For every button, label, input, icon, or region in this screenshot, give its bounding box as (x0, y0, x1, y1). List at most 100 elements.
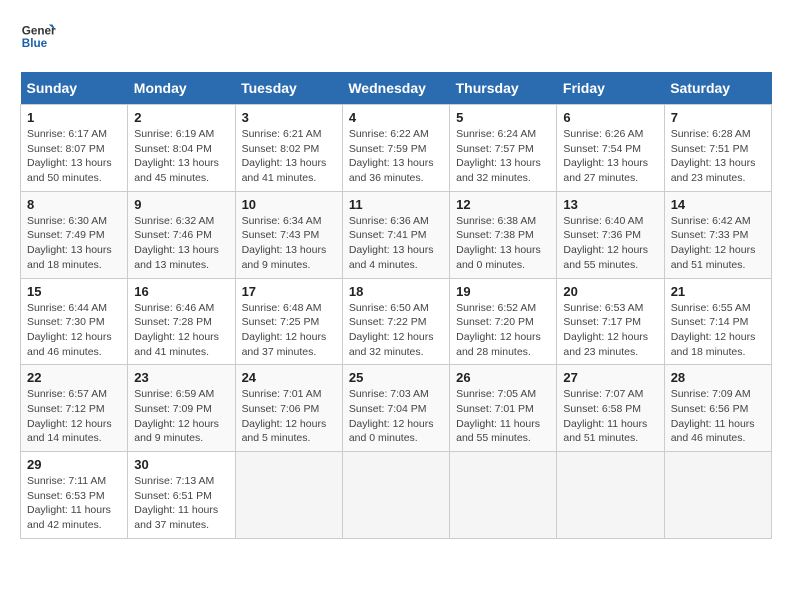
calendar-cell: 8 Sunrise: 6:30 AMSunset: 7:49 PMDayligh… (21, 191, 128, 278)
svg-text:Blue: Blue (22, 37, 48, 50)
day-info: Sunrise: 7:01 AMSunset: 7:06 PMDaylight:… (242, 387, 336, 446)
calendar-cell: 17 Sunrise: 6:48 AMSunset: 7:25 PMDaylig… (235, 278, 342, 365)
day-info: Sunrise: 6:21 AMSunset: 8:02 PMDaylight:… (242, 127, 336, 186)
day-info: Sunrise: 6:53 AMSunset: 7:17 PMDaylight:… (563, 301, 657, 360)
header-thursday: Thursday (450, 72, 557, 105)
day-number: 13 (563, 197, 657, 212)
calendar-cell: 14 Sunrise: 6:42 AMSunset: 7:33 PMDaylig… (664, 191, 771, 278)
calendar-cell: 28 Sunrise: 7:09 AMSunset: 6:56 PMDaylig… (664, 365, 771, 452)
day-number: 18 (349, 284, 443, 299)
calendar-cell: 2 Sunrise: 6:19 AMSunset: 8:04 PMDayligh… (128, 105, 235, 192)
day-info: Sunrise: 7:13 AMSunset: 6:51 PMDaylight:… (134, 474, 228, 533)
calendar-cell: 27 Sunrise: 7:07 AMSunset: 6:58 PMDaylig… (557, 365, 664, 452)
calendar-cell: 3 Sunrise: 6:21 AMSunset: 8:02 PMDayligh… (235, 105, 342, 192)
day-number: 7 (671, 110, 765, 125)
day-info: Sunrise: 6:50 AMSunset: 7:22 PMDaylight:… (349, 301, 443, 360)
day-info: Sunrise: 7:05 AMSunset: 7:01 PMDaylight:… (456, 387, 550, 446)
header-monday: Monday (128, 72, 235, 105)
day-info: Sunrise: 6:28 AMSunset: 7:51 PMDaylight:… (671, 127, 765, 186)
calendar-cell (664, 452, 771, 539)
logo-icon: General Blue (20, 20, 56, 56)
day-number: 21 (671, 284, 765, 299)
day-info: Sunrise: 6:44 AMSunset: 7:30 PMDaylight:… (27, 301, 121, 360)
day-info: Sunrise: 6:24 AMSunset: 7:57 PMDaylight:… (456, 127, 550, 186)
day-number: 6 (563, 110, 657, 125)
day-number: 16 (134, 284, 228, 299)
day-number: 12 (456, 197, 550, 212)
calendar-cell: 13 Sunrise: 6:40 AMSunset: 7:36 PMDaylig… (557, 191, 664, 278)
calendar-cell: 22 Sunrise: 6:57 AMSunset: 7:12 PMDaylig… (21, 365, 128, 452)
day-number: 14 (671, 197, 765, 212)
day-number: 3 (242, 110, 336, 125)
day-number: 25 (349, 370, 443, 385)
day-info: Sunrise: 6:17 AMSunset: 8:07 PMDaylight:… (27, 127, 121, 186)
calendar-cell: 4 Sunrise: 6:22 AMSunset: 7:59 PMDayligh… (342, 105, 449, 192)
header-row: SundayMondayTuesdayWednesdayThursdayFrid… (21, 72, 772, 105)
week-row-3: 15 Sunrise: 6:44 AMSunset: 7:30 PMDaylig… (21, 278, 772, 365)
day-number: 8 (27, 197, 121, 212)
week-row-5: 29 Sunrise: 7:11 AMSunset: 6:53 PMDaylig… (21, 452, 772, 539)
day-number: 26 (456, 370, 550, 385)
day-info: Sunrise: 6:32 AMSunset: 7:46 PMDaylight:… (134, 214, 228, 273)
day-number: 4 (349, 110, 443, 125)
calendar-cell: 10 Sunrise: 6:34 AMSunset: 7:43 PMDaylig… (235, 191, 342, 278)
day-number: 17 (242, 284, 336, 299)
header-saturday: Saturday (664, 72, 771, 105)
calendar-cell: 20 Sunrise: 6:53 AMSunset: 7:17 PMDaylig… (557, 278, 664, 365)
page-header: General Blue (20, 20, 772, 56)
day-info: Sunrise: 6:57 AMSunset: 7:12 PMDaylight:… (27, 387, 121, 446)
day-info: Sunrise: 6:26 AMSunset: 7:54 PMDaylight:… (563, 127, 657, 186)
calendar-cell: 29 Sunrise: 7:11 AMSunset: 6:53 PMDaylig… (21, 452, 128, 539)
calendar-cell: 23 Sunrise: 6:59 AMSunset: 7:09 PMDaylig… (128, 365, 235, 452)
day-number: 5 (456, 110, 550, 125)
svg-text:General: General (22, 24, 56, 37)
day-number: 11 (349, 197, 443, 212)
day-number: 30 (134, 457, 228, 472)
calendar-cell: 24 Sunrise: 7:01 AMSunset: 7:06 PMDaylig… (235, 365, 342, 452)
day-number: 20 (563, 284, 657, 299)
logo: General Blue (20, 20, 60, 56)
day-info: Sunrise: 6:19 AMSunset: 8:04 PMDaylight:… (134, 127, 228, 186)
day-info: Sunrise: 6:52 AMSunset: 7:20 PMDaylight:… (456, 301, 550, 360)
day-number: 29 (27, 457, 121, 472)
day-number: 22 (27, 370, 121, 385)
day-number: 10 (242, 197, 336, 212)
day-info: Sunrise: 6:36 AMSunset: 7:41 PMDaylight:… (349, 214, 443, 273)
calendar-cell (342, 452, 449, 539)
day-info: Sunrise: 6:48 AMSunset: 7:25 PMDaylight:… (242, 301, 336, 360)
day-number: 15 (27, 284, 121, 299)
day-info: Sunrise: 6:30 AMSunset: 7:49 PMDaylight:… (27, 214, 121, 273)
calendar-cell: 7 Sunrise: 6:28 AMSunset: 7:51 PMDayligh… (664, 105, 771, 192)
header-tuesday: Tuesday (235, 72, 342, 105)
day-info: Sunrise: 6:42 AMSunset: 7:33 PMDaylight:… (671, 214, 765, 273)
day-info: Sunrise: 6:59 AMSunset: 7:09 PMDaylight:… (134, 387, 228, 446)
day-info: Sunrise: 6:22 AMSunset: 7:59 PMDaylight:… (349, 127, 443, 186)
day-info: Sunrise: 6:40 AMSunset: 7:36 PMDaylight:… (563, 214, 657, 273)
day-number: 28 (671, 370, 765, 385)
day-info: Sunrise: 6:38 AMSunset: 7:38 PMDaylight:… (456, 214, 550, 273)
calendar-cell: 25 Sunrise: 7:03 AMSunset: 7:04 PMDaylig… (342, 365, 449, 452)
calendar-cell: 12 Sunrise: 6:38 AMSunset: 7:38 PMDaylig… (450, 191, 557, 278)
day-number: 27 (563, 370, 657, 385)
calendar-cell: 11 Sunrise: 6:36 AMSunset: 7:41 PMDaylig… (342, 191, 449, 278)
day-number: 24 (242, 370, 336, 385)
day-number: 1 (27, 110, 121, 125)
calendar-cell (450, 452, 557, 539)
calendar-cell: 30 Sunrise: 7:13 AMSunset: 6:51 PMDaylig… (128, 452, 235, 539)
calendar-cell: 26 Sunrise: 7:05 AMSunset: 7:01 PMDaylig… (450, 365, 557, 452)
calendar-cell: 5 Sunrise: 6:24 AMSunset: 7:57 PMDayligh… (450, 105, 557, 192)
week-row-4: 22 Sunrise: 6:57 AMSunset: 7:12 PMDaylig… (21, 365, 772, 452)
calendar-cell: 18 Sunrise: 6:50 AMSunset: 7:22 PMDaylig… (342, 278, 449, 365)
day-info: Sunrise: 7:07 AMSunset: 6:58 PMDaylight:… (563, 387, 657, 446)
day-info: Sunrise: 6:46 AMSunset: 7:28 PMDaylight:… (134, 301, 228, 360)
week-row-1: 1 Sunrise: 6:17 AMSunset: 8:07 PMDayligh… (21, 105, 772, 192)
day-number: 2 (134, 110, 228, 125)
calendar-cell: 16 Sunrise: 6:46 AMSunset: 7:28 PMDaylig… (128, 278, 235, 365)
header-wednesday: Wednesday (342, 72, 449, 105)
header-friday: Friday (557, 72, 664, 105)
calendar-cell: 1 Sunrise: 6:17 AMSunset: 8:07 PMDayligh… (21, 105, 128, 192)
calendar-cell: 6 Sunrise: 6:26 AMSunset: 7:54 PMDayligh… (557, 105, 664, 192)
calendar-cell (557, 452, 664, 539)
calendar-cell: 19 Sunrise: 6:52 AMSunset: 7:20 PMDaylig… (450, 278, 557, 365)
header-sunday: Sunday (21, 72, 128, 105)
